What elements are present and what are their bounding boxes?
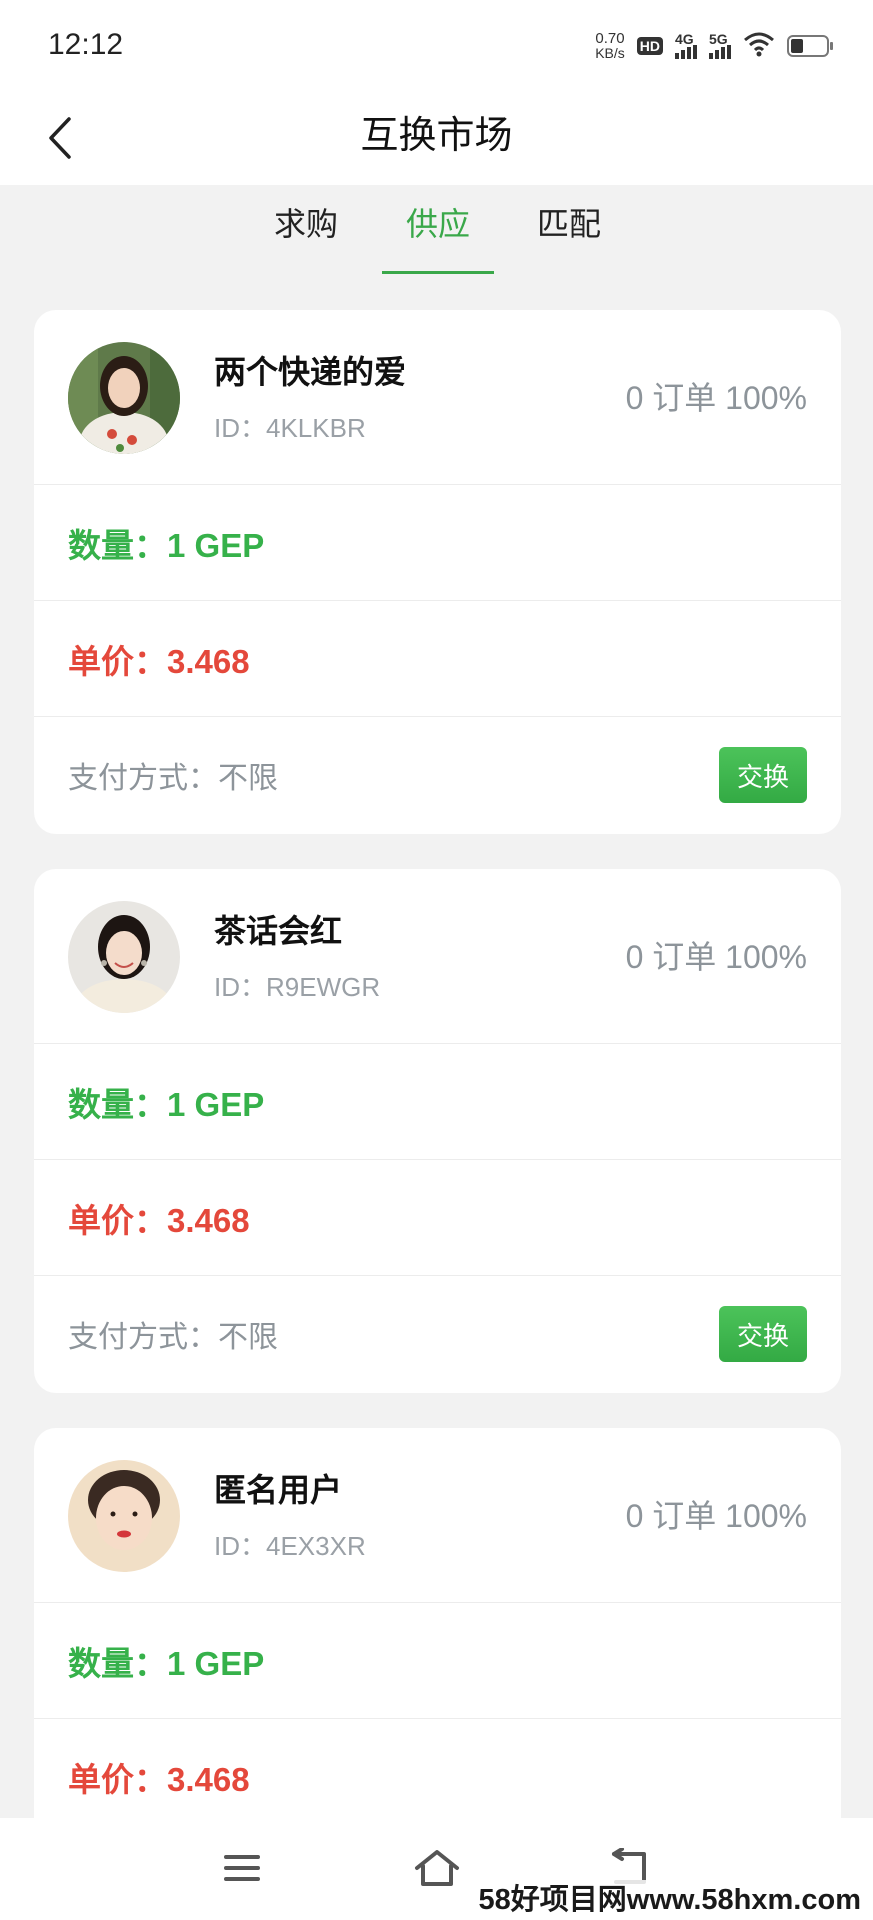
status-icons: 0.70 KB/s HD 4G 5G — [595, 26, 833, 66]
exchange-button[interactable]: 交换 — [719, 747, 807, 803]
seller-stats: 0 订单 100% — [625, 1498, 807, 1534]
avatar[interactable] — [68, 901, 180, 1013]
listing-header: 匿名用户 ID：4EX3XR 0 订单 100% — [34, 1428, 841, 1603]
quantity-text: 数量：1 GEP — [68, 526, 265, 564]
unit-price-text: 单价：3.468 — [68, 1760, 250, 1798]
home-icon — [415, 1850, 459, 1886]
payment-method-text: 支付方式：不限 — [68, 1321, 278, 1354]
signal-5g-icon: 5G — [709, 31, 731, 59]
listing-header: 茶话会红 ID：R9EWGR 0 订单 100% — [34, 869, 841, 1044]
menu-button[interactable] — [202, 1838, 282, 1898]
hd-icon: HD — [636, 37, 663, 55]
avatar[interactable] — [68, 1460, 180, 1572]
seller-name: 两个快递的爱 — [214, 354, 407, 390]
payment-row: 支付方式：不限 交换 — [34, 1276, 841, 1392]
tab-bar: 求购 供应 匹配 — [0, 185, 873, 277]
home-button[interactable] — [397, 1838, 477, 1898]
tab-supply[interactable]: 供应 — [383, 201, 493, 247]
status-time: 12:12 — [48, 28, 124, 61]
watermark: 58好项目网www.58hxm.com — [474, 1880, 865, 1920]
exchange-market-screen: 12:12 0.70 KB/s HD 4G 5G 互换市场 求购 供应 匹配 两… — [0, 0, 873, 1920]
listing-header: 两个快递的爱 ID：4KLKBR 0 订单 100% — [34, 310, 841, 485]
seller-stats: 0 订单 100% — [625, 939, 807, 975]
quantity-row: 数量：1 GEP — [34, 1603, 841, 1719]
tab-match[interactable]: 匹配 — [514, 201, 624, 247]
listing-card: 匿名用户 ID：4EX3XR 0 订单 100% 数量：1 GEP 单价：3.4… — [34, 1428, 841, 1848]
unit-price-text: 单价：3.468 — [68, 1201, 250, 1239]
network-speed-unit: KB/s — [595, 45, 625, 61]
status-bar: 12:12 0.70 KB/s HD 4G 5G — [0, 0, 873, 90]
network-speed-value: 0.70 — [595, 30, 625, 47]
wifi-icon — [743, 31, 775, 62]
page-title: 互换市场 — [360, 115, 513, 157]
payment-method-text: 支付方式：不限 — [68, 762, 278, 795]
signal-4g-label: 4G — [675, 31, 694, 47]
seller-name: 茶话会红 — [214, 913, 343, 949]
exchange-button[interactable]: 交换 — [719, 1306, 807, 1362]
listing-card: 茶话会红 ID：R9EWGR 0 订单 100% 数量：1 GEP 单价：3.4… — [34, 869, 841, 1393]
battery-icon — [787, 35, 833, 57]
network-speed: 0.70 KB/s — [595, 31, 625, 61]
quantity-row: 数量：1 GEP — [34, 1044, 841, 1160]
quantity-row: 数量：1 GEP — [34, 485, 841, 601]
menu-icon — [224, 1855, 260, 1881]
seller-stats: 0 订单 100% — [625, 380, 807, 416]
quantity-text: 数量：1 GEP — [68, 1085, 265, 1123]
system-nav-bar: 58好项目网www.58hxm.com — [0, 1818, 873, 1920]
signal-4g-icon: 4G — [675, 31, 697, 59]
seller-name: 匿名用户 — [214, 1472, 343, 1508]
seller-id: ID：4EX3XR — [214, 1531, 366, 1561]
active-tab-indicator — [382, 271, 494, 274]
tab-buy-request[interactable]: 求购 — [251, 201, 361, 247]
payment-row: 支付方式：不限 交换 — [34, 717, 841, 833]
price-row: 单价：3.468 — [34, 1160, 841, 1276]
unit-price-text: 单价：3.468 — [68, 642, 250, 680]
app-header: 互换市场 — [0, 90, 873, 185]
seller-id: ID：R9EWGR — [214, 972, 381, 1002]
quantity-text: 数量：1 GEP — [68, 1644, 265, 1682]
listing-card: 两个快递的爱 ID：4KLKBR 0 订单 100% 数量：1 GEP 单价：3… — [34, 310, 841, 834]
signal-5g-label: 5G — [709, 31, 728, 47]
price-row: 单价：3.468 — [34, 601, 841, 717]
seller-id: ID：4KLKBR — [214, 413, 366, 443]
avatar[interactable] — [68, 342, 180, 454]
